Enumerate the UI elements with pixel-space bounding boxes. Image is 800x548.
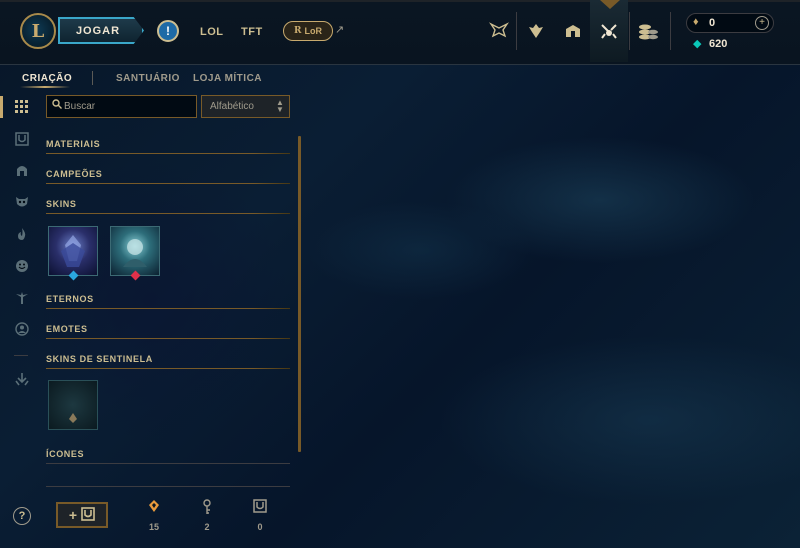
plus-label: + (68, 507, 78, 523)
loot-icon[interactable] (595, 17, 623, 45)
chest-icon[interactable] (12, 129, 32, 149)
champion-skin-icon (49, 227, 97, 275)
orange-essence-count: 15 (148, 522, 159, 532)
section-icons[interactable]: ÍCONES (46, 449, 84, 459)
section-rule (46, 338, 290, 339)
helmet-icon[interactable] (12, 160, 32, 180)
alert-icon[interactable]: ! (157, 20, 179, 42)
divider (92, 71, 93, 85)
divider (670, 12, 671, 50)
buy-rp-button[interactable]: + (755, 16, 769, 30)
nav-lol[interactable]: LOL (200, 26, 224, 38)
section-rule (46, 183, 290, 184)
section-emotes[interactable]: EMOTES (46, 324, 88, 334)
trophy-icon[interactable] (485, 17, 513, 45)
section-skins[interactable]: SKINS (46, 199, 77, 209)
chest-icon (81, 506, 95, 524)
help-icon[interactable]: ? (13, 507, 31, 525)
footer-rule (46, 486, 290, 487)
chests-count: 0 (257, 522, 263, 532)
league-logo[interactable]: L (20, 13, 56, 49)
active-notch (600, 0, 620, 9)
orange-essence-icon (146, 499, 162, 516)
store-icon[interactable] (634, 17, 662, 45)
emote-icon[interactable] (12, 256, 32, 276)
disenchant-icon[interactable] (12, 369, 32, 389)
lor-label: LoR (304, 26, 322, 36)
rp-icon: ♦ (693, 16, 699, 28)
play-button[interactable]: JOGAR (58, 17, 144, 44)
chest-icon (252, 499, 268, 516)
divider (629, 12, 630, 50)
section-ward-skins[interactable]: SKINS DE SENTINELA (46, 354, 153, 364)
ward-icon[interactable] (12, 288, 32, 308)
section-rule (46, 463, 290, 464)
grid-icon[interactable] (12, 97, 32, 117)
tab-criacao[interactable]: CRIAÇÃO (22, 73, 72, 84)
section-rule (46, 368, 290, 369)
lor-button[interactable]: R LoR (283, 21, 333, 41)
rp-value: 0 (709, 17, 716, 29)
flame-icon[interactable] (12, 224, 32, 244)
mask-icon[interactable] (12, 192, 32, 212)
tab-underline (20, 86, 70, 88)
keys-count: 2 (204, 522, 210, 532)
divider (516, 12, 517, 50)
chevron-updown-icon: ▲ ▼ (276, 98, 284, 114)
ward-skin-tile[interactable] (48, 380, 98, 430)
add-chest-button[interactable]: + (56, 502, 108, 528)
skin-shard-tile[interactable] (48, 226, 98, 276)
search-input[interactable] (64, 98, 190, 114)
profile-icon[interactable] (12, 319, 32, 339)
champion-skin-icon (111, 227, 159, 275)
search-icon (52, 99, 62, 112)
lor-icon: R (294, 26, 302, 36)
blue-essence-value: 620 (709, 38, 728, 50)
section-rule (46, 153, 290, 154)
section-eternals[interactable]: ETERNOS (46, 294, 94, 304)
chest-icon[interactable] (522, 17, 550, 45)
section-rule (46, 213, 290, 214)
blue-essence-icon: ◆ (693, 38, 702, 50)
section-materials[interactable]: MATERIAIS (46, 139, 100, 149)
external-link-icon: ↗ (335, 24, 345, 36)
crescent-ward-icon (49, 381, 97, 429)
divider (14, 355, 28, 356)
collection-icon[interactable] (559, 17, 587, 45)
tab-loja-mitica[interactable]: LOJA MÍTICA (193, 73, 262, 84)
skin-shard-tile[interactable] (110, 226, 160, 276)
key-icon (199, 499, 215, 518)
section-rule (46, 308, 290, 309)
section-champions[interactable]: CAMPEÕES (46, 169, 102, 179)
rail-active-indicator (0, 96, 3, 118)
scrollbar[interactable] (298, 136, 301, 452)
nav-tft[interactable]: TFT (241, 26, 263, 38)
tab-santuario[interactable]: SANTUÁRIO (116, 73, 180, 84)
